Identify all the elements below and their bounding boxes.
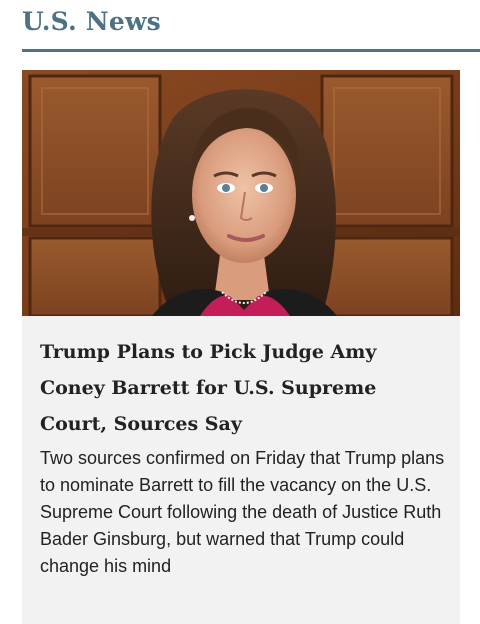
article-photo[interactable] xyxy=(22,70,460,316)
news-section: U.S. News Trump Plans to Pick Judge Amy … xyxy=(0,0,480,624)
article-summary: Two sources confirmed on Friday that Tru… xyxy=(40,448,445,576)
section-divider xyxy=(22,49,480,52)
article-card[interactable]: Trump Plans to Pick Judge Amy Coney Barr… xyxy=(22,70,460,624)
article-headline[interactable]: Trump Plans to Pick Judge Amy Coney Barr… xyxy=(40,334,440,442)
section-title[interactable]: U.S. News xyxy=(22,4,161,40)
